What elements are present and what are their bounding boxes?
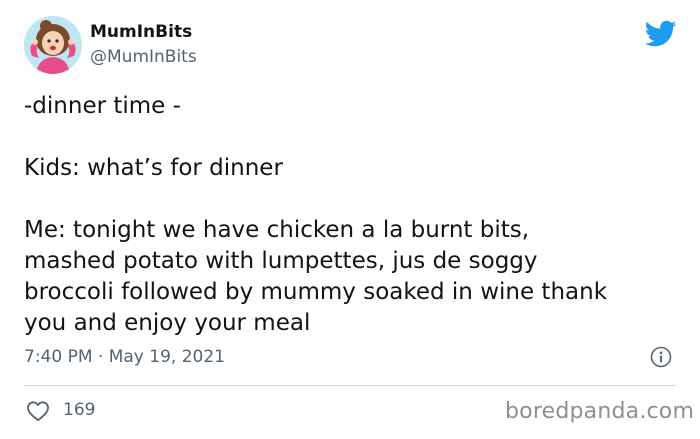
like-count[interactable]: 169 [63,400,95,420]
tweet-text: -dinner time - Kids: what’s for dinner M… [24,91,684,339]
tweet-line: Kids: what’s for dinner [24,155,283,181]
author-handle[interactable]: @MumInBits [90,47,197,67]
info-icon[interactable] [650,346,672,368]
tweet-line: Me: tonight we have chicken a la burnt b… [24,217,530,243]
source-watermark: boredpanda.com [505,399,695,424]
heart-icon[interactable] [26,400,50,422]
tweet-line: -dinner time - [24,93,181,119]
avatar[interactable] [24,16,82,74]
tweet-line: mashed potato with lumpettes, jus de sog… [24,248,538,274]
author-display-name[interactable]: MumInBits [90,22,192,42]
divider [24,385,676,386]
mum-avatar-illustration [24,16,82,74]
tweet-line: you and enjoy your meal [24,310,311,336]
tweet-timestamp[interactable]: 7:40 PM · May 19, 2021 [24,347,225,367]
twitter-bird-icon[interactable] [645,20,677,48]
tweet-line: broccoli followed by mummy soaked in win… [24,279,608,305]
